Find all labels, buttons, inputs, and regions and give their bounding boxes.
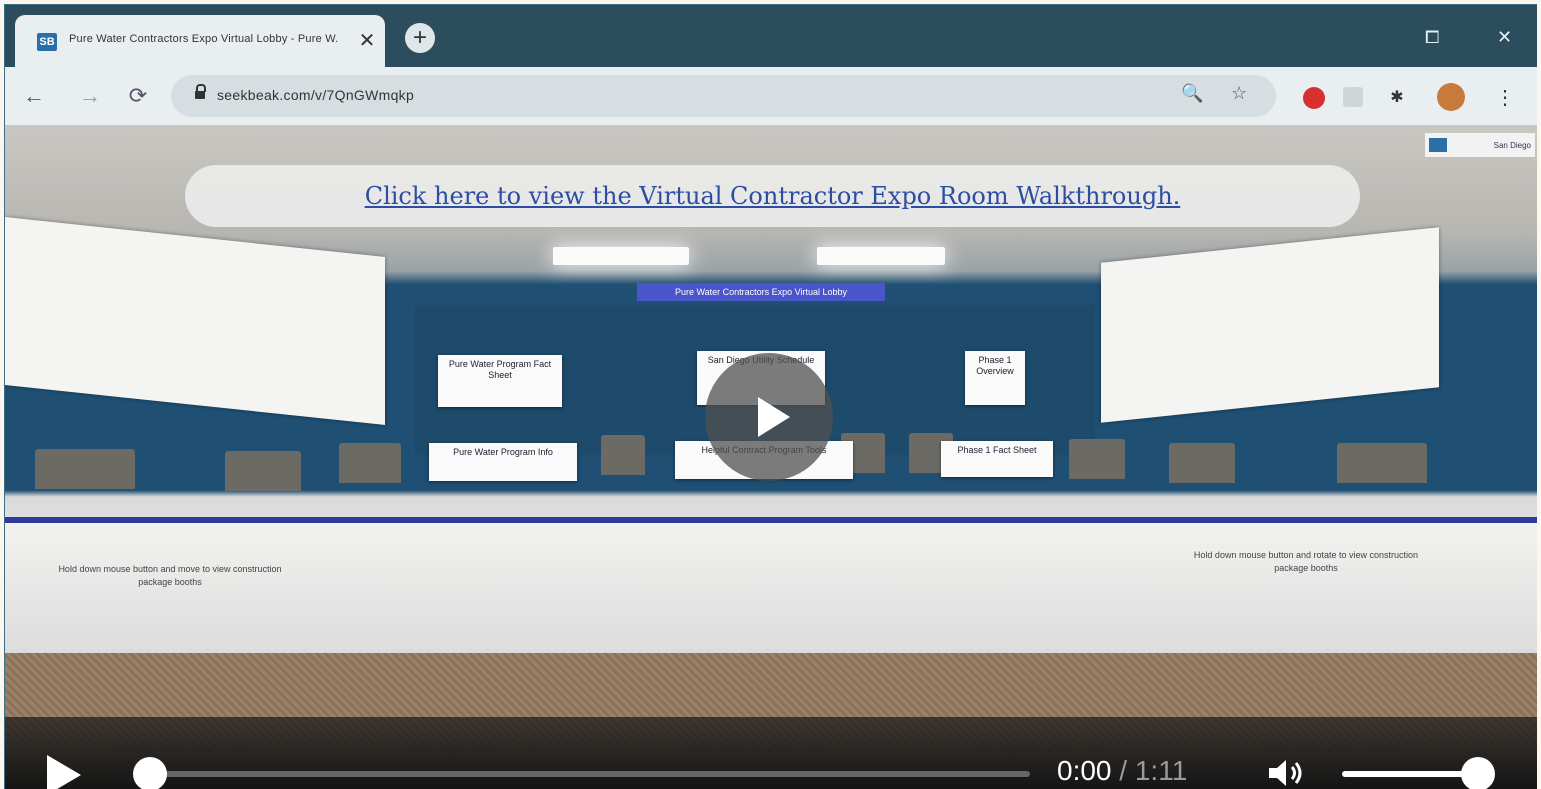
volume-thumb[interactable] [1461,757,1495,789]
desk-instruction: Hold down mouse button and move to view … [58,564,282,587]
tab-title: Pure Water Contractors Expo Virtual Lobb… [69,33,339,45]
zoom-icon[interactable]: 🔍 [1181,83,1203,104]
volume-icon[interactable] [1267,757,1307,789]
big-play-button[interactable] [705,353,833,481]
reload-button[interactable]: ⟳ [123,81,153,111]
walkthrough-link-pill: Click here to view the Virtual Contracto… [185,165,1360,227]
time-display: 0:00 / 1:11 [1057,755,1187,787]
back-button[interactable]: ← [19,81,49,111]
chair [339,443,401,483]
play-button[interactable] [47,755,81,789]
menu-icon[interactable]: ⋮ [1493,85,1517,109]
tab-strip: SB Pure Water Contractors Expo Virtual L… [5,5,1537,67]
adblock-icon[interactable] [1303,87,1325,109]
tab-active[interactable]: SB Pure Water Contractors Expo Virtual L… [15,15,385,67]
restore-window-icon[interactable]: ⧠ [1425,27,1439,48]
lock-icon[interactable] [195,84,206,101]
chair [1337,443,1427,483]
ceiling-light [817,247,945,265]
address-bar[interactable]: seekbeak.com/v/7QnGWmqkp 🔍 ☆ [171,75,1276,117]
forward-button[interactable]: → [75,81,105,111]
current-time: 0:00 [1057,755,1112,786]
close-window-icon[interactable]: ✕ [1497,27,1512,48]
url-text[interactable]: seekbeak.com/v/7QnGWmqkp [217,87,414,103]
hotspot-sign[interactable]: Phase 1 Overview [965,351,1025,405]
projection-screen-right [1101,227,1439,423]
chair [601,435,645,475]
video-controls: 0:00 / 1:11 [5,717,1537,789]
video-player[interactable]: Pure Water Contractors Expo Virtual Lobb… [5,125,1537,789]
ceiling-light [553,247,689,265]
seek-thumb[interactable] [133,757,167,789]
bookmark-star-icon[interactable]: ☆ [1231,83,1247,104]
chair [1169,443,1235,483]
tab-close-icon[interactable]: ✕ [355,28,379,52]
profile-avatar[interactable] [1437,83,1465,111]
browser-toolbar: ← → ⟳ seekbeak.com/v/7QnGWmqkp 🔍 ☆ ✱ ⋮ [5,67,1537,125]
browser-window: SB Pure Water Contractors Expo Virtual L… [4,4,1537,789]
logo-text: San Diego [1493,140,1531,150]
projection-screen-left [5,217,385,425]
lobby-banner: Pure Water Contractors Expo Virtual Lobb… [637,283,885,301]
logo-mark-icon [1429,138,1447,152]
hotspot-sign[interactable]: Pure Water Program Info [429,443,577,481]
desk-instruction: Hold down mouse button and rotate to vie… [1193,550,1419,573]
time-separator: / [1111,755,1135,786]
puzzle-icon[interactable]: ✱ [1385,85,1409,109]
hotspot-sign[interactable]: Pure Water Program Fact Sheet [438,355,562,407]
new-tab-button[interactable]: + [405,23,435,53]
seek-bar[interactable] [150,771,1030,777]
chair [225,451,301,491]
chair [1069,439,1125,479]
walkthrough-link[interactable]: Click here to view the Virtual Contracto… [365,182,1181,210]
chair [35,449,135,489]
site-favicon-icon: SB [37,33,57,51]
duration: 1:11 [1134,755,1188,786]
extension-icon[interactable] [1343,87,1363,107]
corner-logo: San Diego [1425,133,1535,157]
hotspot-sign[interactable]: Phase 1 Fact Sheet [941,441,1053,477]
